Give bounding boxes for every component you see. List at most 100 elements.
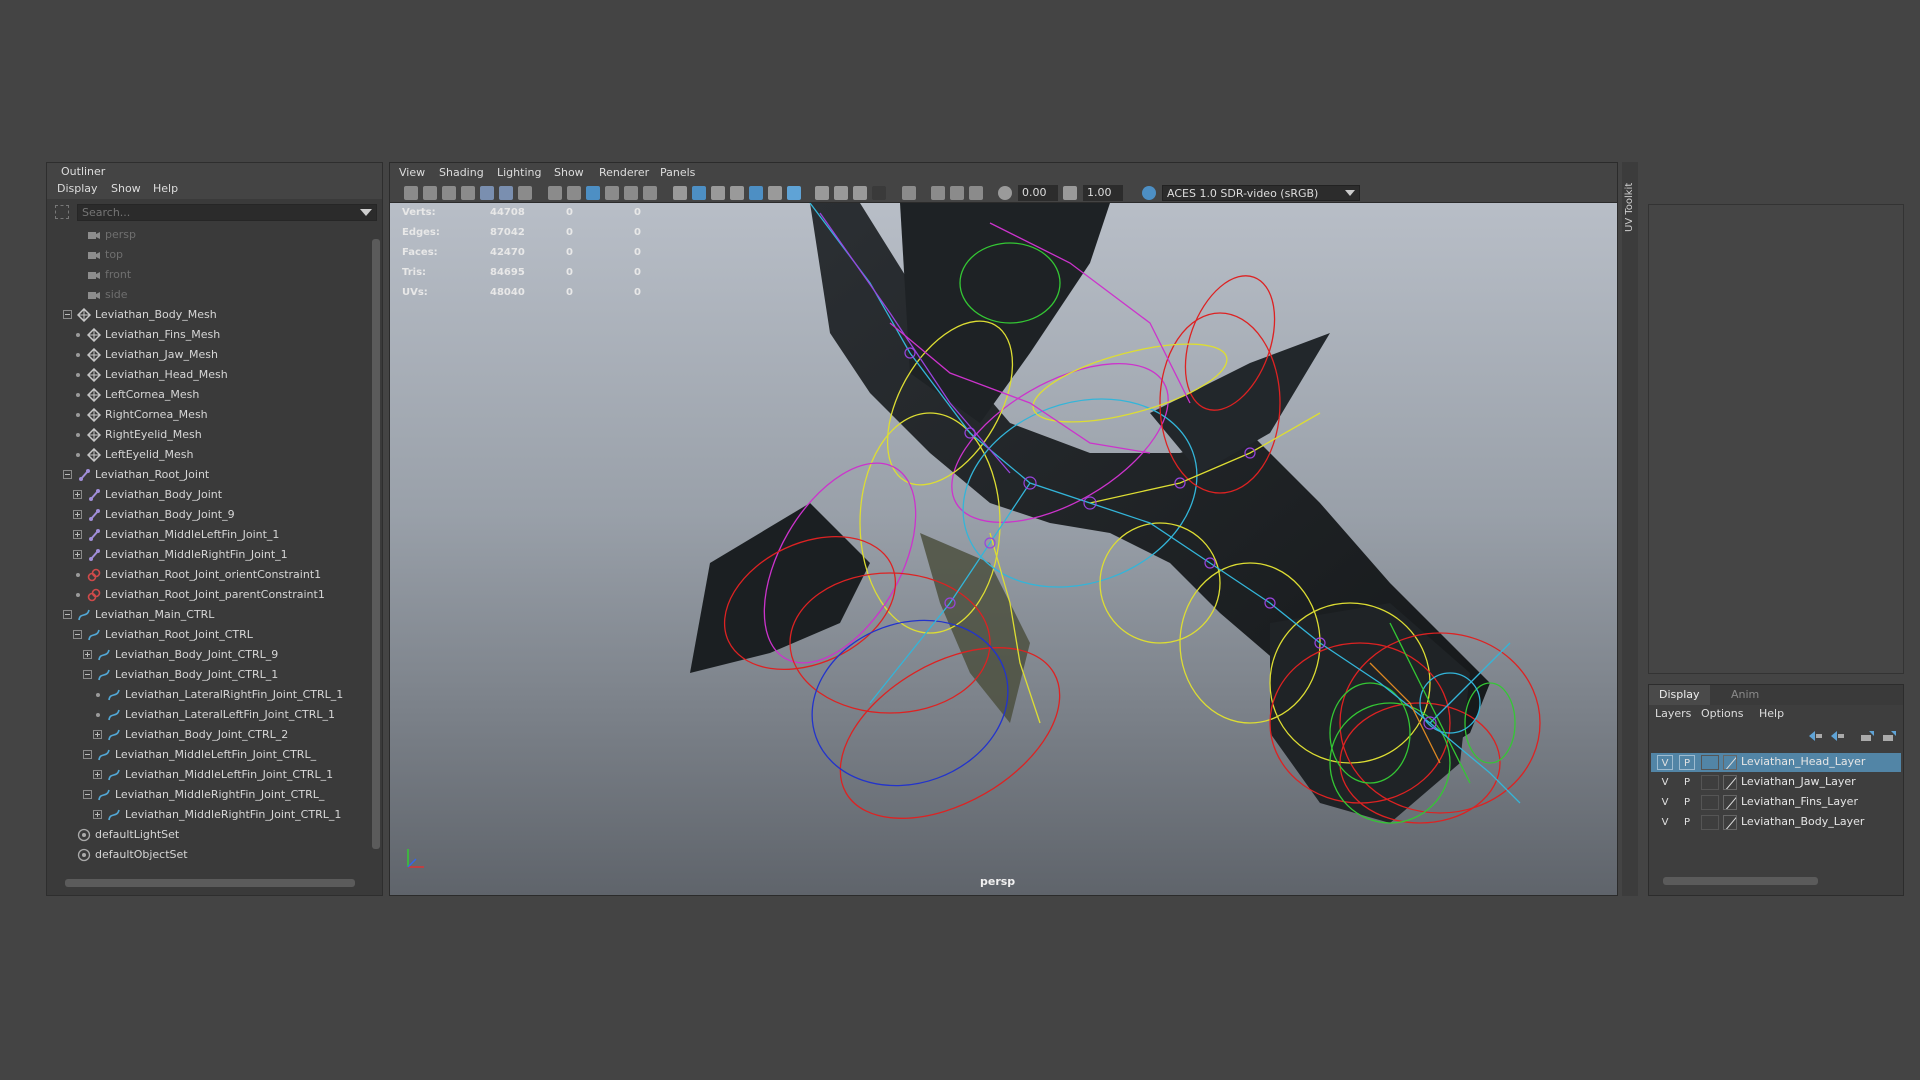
safe-title-icon[interactable] [643, 186, 657, 200]
expand-icon[interactable] [73, 530, 82, 539]
layer-visibility-toggle[interactable]: V [1657, 775, 1673, 790]
layer-playback-toggle[interactable]: P [1679, 795, 1695, 810]
collapse-icon[interactable] [63, 310, 72, 319]
xray-icon[interactable] [931, 186, 945, 200]
layer-display-type-toggle[interactable] [1701, 795, 1719, 810]
outliner-item[interactable]: Leviathan_Root_Joint_CTRL [47, 625, 369, 645]
outliner-item[interactable]: Leviathan_Main_CTRL [47, 605, 369, 625]
expand-icon[interactable] [73, 550, 82, 559]
wireframe-on-shaded-icon[interactable] [730, 186, 744, 200]
outliner-item[interactable]: LeftEyelid_Mesh [47, 445, 369, 465]
layer-display-type-toggle[interactable] [1701, 815, 1719, 830]
default-material-icon[interactable] [711, 186, 725, 200]
viewport-menu-show[interactable]: Show [554, 166, 584, 179]
outliner-menu-show[interactable]: Show [111, 182, 141, 195]
outliner-item[interactable]: side [47, 285, 369, 305]
tab-display[interactable]: Display [1649, 685, 1710, 705]
new-layer-icon[interactable] [1859, 729, 1875, 743]
filter-icon[interactable] [55, 205, 69, 219]
scrollbar-thumb[interactable] [1663, 877, 1818, 885]
outliner-item[interactable]: Leviathan_LateralLeftFin_Joint_CTRL_1 [47, 705, 369, 725]
layer-display-type-toggle[interactable] [1701, 755, 1719, 770]
expand-icon[interactable] [73, 490, 82, 499]
textured-icon[interactable] [749, 186, 763, 200]
outliner-item[interactable]: RightEyelid_Mesh [47, 425, 369, 445]
expand-icon[interactable] [93, 770, 102, 779]
layer-visibility-toggle[interactable]: V [1657, 795, 1673, 810]
scrollbar-thumb[interactable] [372, 239, 380, 849]
collapse-icon[interactable] [83, 670, 92, 679]
shadows-icon[interactable] [787, 186, 801, 200]
outliner-item[interactable]: Leviathan_Body_Joint_CTRL_1 [47, 665, 369, 685]
motion-blur-icon[interactable] [834, 186, 848, 200]
xray-joints-icon[interactable] [969, 186, 983, 200]
expand-icon[interactable] [83, 650, 92, 659]
screen-space-ao-icon[interactable] [815, 186, 829, 200]
layer-menu-options[interactable]: Options [1701, 707, 1743, 720]
layer-playback-toggle[interactable]: P [1679, 755, 1695, 770]
outliner-horizontal-scrollbar[interactable] [51, 875, 369, 889]
collapse-icon[interactable] [73, 630, 82, 639]
outliner-item[interactable]: Leviathan_MiddleRightFin_Joint_1 [47, 545, 369, 565]
outliner-item[interactable]: Leviathan_Fins_Mesh [47, 325, 369, 345]
layer-display-type-toggle[interactable] [1701, 775, 1719, 790]
camera-attributes-icon[interactable] [423, 186, 437, 200]
isolate-select-icon[interactable] [902, 186, 916, 200]
outliner-item[interactable]: top [47, 245, 369, 265]
layer-visibility-toggle[interactable]: V [1657, 755, 1673, 770]
layer-menu-layers[interactable]: Layers [1655, 707, 1691, 720]
outliner-item[interactable]: Leviathan_Jaw_Mesh [47, 345, 369, 365]
3d-viewport-canvas[interactable]: Verts: 44708 0 0 Edges: 87042 0 0 Faces: 42470 0 0 T… [390, 203, 1617, 895]
exposure-icon[interactable] [998, 186, 1012, 200]
use-all-lights-icon[interactable] [768, 186, 782, 200]
gamma-field[interactable]: 1.00 [1083, 185, 1123, 201]
outliner-item[interactable]: Leviathan_MiddleLeftFin_Joint_1 [47, 525, 369, 545]
outliner-item[interactable]: Leviathan_Root_Joint_parentConstraint1 [47, 585, 369, 605]
expand-icon[interactable] [93, 810, 102, 819]
outliner-search-input[interactable] [78, 205, 348, 220]
image-plane-icon[interactable] [461, 186, 475, 200]
layer-menu-help[interactable]: Help [1759, 707, 1784, 720]
outliner-item[interactable]: Leviathan_Body_Joint_9 [47, 505, 369, 525]
bookmarks-icon[interactable] [442, 186, 456, 200]
grid-icon[interactable] [518, 186, 532, 200]
smooth-shade-icon[interactable] [692, 186, 706, 200]
viewport-menu-view[interactable]: View [399, 166, 425, 179]
outliner-item[interactable]: defaultLightSet [47, 825, 369, 845]
outliner-item[interactable]: Leviathan_Head_Mesh [47, 365, 369, 385]
layer-color-swatch[interactable] [1723, 755, 1737, 770]
outliner-item[interactable]: Leviathan_Root_Joint_orientConstraint1 [47, 565, 369, 585]
layer-color-swatch[interactable] [1723, 815, 1737, 830]
grease-pencil-icon[interactable] [499, 186, 513, 200]
move-layer-down-icon[interactable] [1829, 729, 1845, 743]
exposure-field[interactable]: 0.00 [1018, 185, 1058, 201]
outliner-item[interactable]: Leviathan_MiddleLeftFin_Joint_CTRL_ [47, 745, 369, 765]
expand-icon[interactable] [73, 510, 82, 519]
display-layer-row[interactable]: V P Leviathan_Jaw_Layer [1651, 773, 1901, 792]
collapse-icon[interactable] [83, 750, 92, 759]
move-layer-up-icon[interactable] [1807, 729, 1823, 743]
display-layer-row[interactable]: V P Leviathan_Body_Layer [1651, 813, 1901, 832]
color-space-dropdown[interactable]: ACES 1.0 SDR-video (sRGB) [1162, 185, 1360, 201]
gamma-icon[interactable] [1063, 186, 1077, 200]
new-layer-from-selection-icon[interactable] [1881, 729, 1897, 743]
outliner-item[interactable]: defaultObjectSet [47, 845, 369, 865]
layer-playback-toggle[interactable]: P [1679, 815, 1695, 830]
display-layer-row[interactable]: V P Leviathan_Fins_Layer [1651, 793, 1901, 812]
outliner-item[interactable]: Leviathan_MiddleRightFin_Joint_CTRL_1 [47, 805, 369, 825]
viewport-menu-shading[interactable]: Shading [439, 166, 484, 179]
chevron-down-icon[interactable] [360, 209, 372, 216]
layer-playback-toggle[interactable]: P [1679, 775, 1695, 790]
gate-mask-icon[interactable] [586, 186, 600, 200]
viewport-menu-lighting[interactable]: Lighting [497, 166, 541, 179]
outliner-item[interactable]: Leviathan_Body_Mesh [47, 305, 369, 325]
outliner-item[interactable]: Leviathan_Body_Joint_CTRL_9 [47, 645, 369, 665]
uv-toolkit-tab[interactable]: UV Toolkit [1622, 162, 1638, 896]
outliner-vertical-scrollbar[interactable] [371, 225, 381, 875]
viewport-menu-panels[interactable]: Panels [660, 166, 695, 179]
display-layer-row[interactable]: V P Leviathan_Head_Layer [1651, 753, 1901, 772]
outliner-item[interactable]: Leviathan_MiddleLeftFin_Joint_CTRL_1 [47, 765, 369, 785]
outliner-item[interactable]: Leviathan_Body_Joint_CTRL_2 [47, 725, 369, 745]
layer-horizontal-scrollbar[interactable] [1651, 873, 1901, 887]
xray-active-icon[interactable] [950, 186, 964, 200]
